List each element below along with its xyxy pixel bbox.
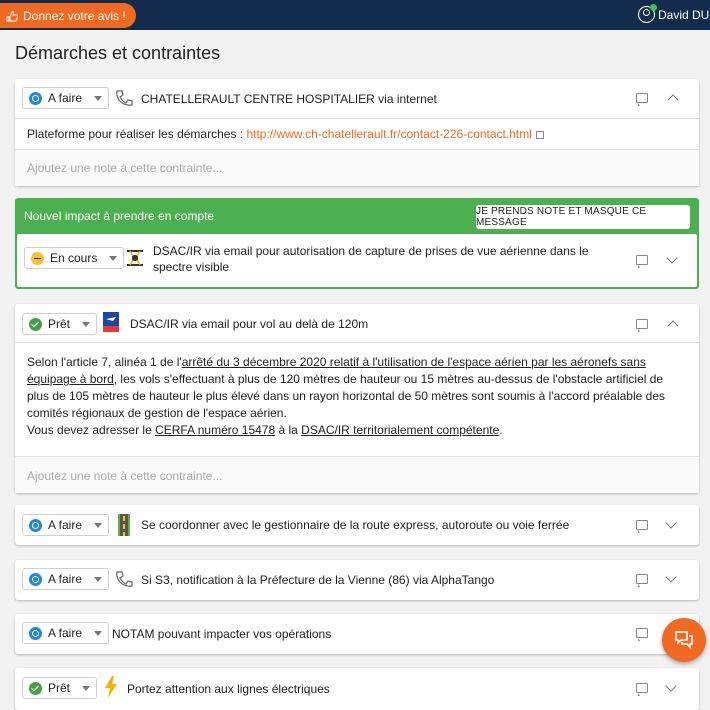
note-input[interactable]: Ajoutez une note à cette contrainte... <box>27 469 222 483</box>
feedback-button[interactable]: Donnez votre avis ! <box>0 3 136 28</box>
todo-status-icon <box>29 518 42 532</box>
constraint-card-road: A faire Se coordonner avec le gestionnai… <box>15 505 699 545</box>
in-progress-status-icon <box>31 251 44 265</box>
chat-button[interactable] <box>662 618 706 662</box>
note-area: Ajoutez une note à cette contrainte... <box>15 457 699 493</box>
online-status-dot <box>650 4 657 11</box>
cerfa-link[interactable]: CERFA numéro 15478 <box>155 423 275 437</box>
phone-icon <box>113 87 135 109</box>
chevron-down-icon <box>94 630 103 636</box>
status-dropdown[interactable]: A faire <box>22 622 110 644</box>
todo-status-icon <box>29 572 42 586</box>
card-title: DSAC/IR via email pour vol au delà de 12… <box>130 317 369 331</box>
external-link-icon[interactable] <box>535 131 544 139</box>
status-dropdown[interactable]: A faire <box>22 514 110 536</box>
status-dropdown[interactable]: Prêt <box>22 313 98 335</box>
chevron-down-icon[interactable] <box>665 680 677 692</box>
constraint-card-prefecture: A faire Si S3, notification à la Préfect… <box>15 560 699 600</box>
text: Selon l'article 7, alinéa 1 de l' <box>27 355 182 369</box>
todo-status-icon <box>29 91 42 105</box>
constraint-card-hospital: A faire CHATELLERAULT CENTRE HOSPITALIER… <box>15 79 699 186</box>
constraint-card-notam: A faire NOTAM pouvant impacter vos opéra… <box>15 614 699 654</box>
lightning-icon <box>100 676 122 698</box>
status-dropdown[interactable]: Prêt <box>22 677 98 699</box>
status-dropdown[interactable]: En cours <box>24 247 125 269</box>
status-dropdown[interactable]: A faire <box>22 87 110 109</box>
card-title: CHATELLERAULT CENTRE HOSPITALIER via int… <box>141 92 437 106</box>
status-label: A faire <box>48 572 83 586</box>
divider <box>15 118 699 119</box>
chevron-down-icon <box>94 576 103 582</box>
phone-icon <box>113 568 135 590</box>
dismiss-impact-button[interactable]: JE PRENDS NOTE ET MASQUE CE MESSAGE <box>476 205 690 229</box>
note-icon[interactable] <box>636 628 648 641</box>
dsac-link[interactable]: DSAC/IR territorialement compétente <box>301 423 499 437</box>
note-icon[interactable] <box>636 683 648 696</box>
chevron-up-icon[interactable] <box>667 320 679 332</box>
divider <box>15 342 699 343</box>
card-title: NOTAM pouvant impacter vos opérations <box>112 627 332 641</box>
feedback-label: Donnez votre avis ! <box>23 8 126 23</box>
chevron-down-icon[interactable] <box>665 571 677 583</box>
note-icon[interactable] <box>636 93 648 106</box>
road-icon <box>113 514 135 536</box>
card-title: DSAC/IR via email pour autorisation de c… <box>153 244 589 274</box>
feedback-icon <box>6 10 18 21</box>
status-label: A faire <box>48 91 83 105</box>
user-icon <box>638 4 657 23</box>
drone-icon <box>124 247 146 269</box>
top-bar: Donnez votre avis ! David DUR <box>0 0 710 30</box>
note-icon[interactable] <box>636 255 648 268</box>
chevron-down-icon <box>109 255 118 261</box>
todo-status-icon <box>29 626 42 640</box>
new-impact-banner: Nouvel impact à prendre en compte JE PRE… <box>15 198 699 289</box>
chevron-down-icon <box>82 321 91 327</box>
chevron-up-icon[interactable] <box>667 94 679 106</box>
status-label: En cours <box>50 251 98 265</box>
status-label: Prêt <box>48 317 71 331</box>
chevron-down-icon <box>82 685 91 691</box>
text: , les vols s'effectuant à plus de 120 mè… <box>27 372 666 420</box>
constraint-card-120m: Prêt DSAC/IR via email pour vol au delà … <box>15 304 699 493</box>
chevron-down-icon[interactable] <box>665 517 677 529</box>
card-title: Portez attention aux lignes électriques <box>127 682 330 696</box>
note-icon[interactable] <box>636 520 648 533</box>
impact-label: Nouvel impact à prendre en compte <box>24 209 215 223</box>
chevron-down-icon <box>94 522 103 528</box>
note-area: Ajoutez une note à cette contrainte... <box>15 150 699 186</box>
user-name: David DUR <box>658 7 710 22</box>
text: à la <box>275 423 302 437</box>
chevron-down-icon <box>94 95 103 101</box>
platform-label: Plateforme pour réaliser les démarches : <box>27 127 244 141</box>
chat-icon <box>675 631 693 649</box>
dgac-logo-icon <box>100 311 122 333</box>
ready-status-icon <box>29 681 42 695</box>
status-label: Prêt <box>48 681 71 695</box>
note-icon[interactable] <box>636 319 648 332</box>
platform-info: Plateforme pour réaliser les démarches :… <box>27 126 687 143</box>
ready-status-icon <box>29 317 42 331</box>
note-icon[interactable] <box>636 574 648 587</box>
text: Vous devez adresser le <box>27 423 156 437</box>
chevron-down-icon[interactable] <box>666 252 678 264</box>
constraint-card-power-lines: Prêt Portez attention aux lignes électri… <box>15 668 699 710</box>
card-title: Si S3, notification à la Préfecture de l… <box>141 573 495 587</box>
user-menu[interactable]: David DUR <box>638 4 710 23</box>
status-label: A faire <box>48 626 83 640</box>
regulation-text: Selon l'article 7, alinéa 1 de l'arrêté … <box>27 354 687 439</box>
text: . <box>499 423 503 437</box>
note-input[interactable]: Ajoutez une note à cette contrainte... <box>27 161 222 175</box>
platform-link[interactable]: http://www.ch-chatellerault.fr/contact-2… <box>246 127 531 141</box>
status-label: A faire <box>48 518 83 532</box>
constraint-card-capture: En cours DSAC/IR via email pour autorisa… <box>17 234 697 287</box>
page-title: Démarches et contraintes <box>15 43 221 63</box>
card-title: Se coordonner avec le gestionnaire de la… <box>141 518 570 532</box>
status-dropdown[interactable]: A faire <box>22 568 110 590</box>
